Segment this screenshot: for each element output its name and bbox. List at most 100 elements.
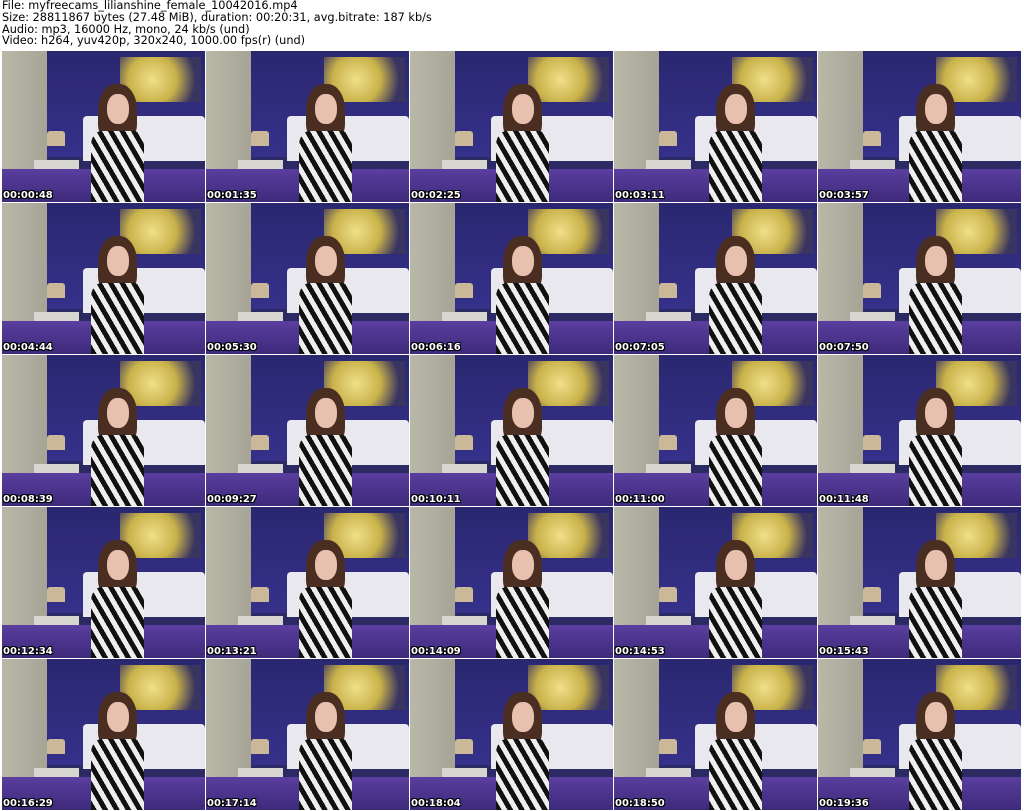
face	[724, 701, 747, 733]
timestamp: 00:06:16	[411, 342, 461, 353]
lamp	[454, 739, 473, 755]
video-thumbnail: 00:18:04	[410, 659, 613, 810]
face	[314, 93, 337, 125]
striped-dress	[495, 587, 550, 658]
lamp	[46, 435, 65, 451]
striped-dress	[90, 739, 145, 810]
person	[705, 692, 766, 810]
striped-dress	[908, 587, 963, 658]
video-thumbnail: 00:08:39	[2, 355, 205, 506]
lamp	[658, 587, 677, 603]
file-size-info: Size: 28811867 bytes (27.48 MiB), durati…	[2, 10, 432, 24]
striped-dress	[298, 435, 353, 506]
face	[724, 397, 747, 429]
timestamp: 00:05:30	[207, 342, 257, 353]
striped-dress	[708, 435, 763, 506]
video-thumbnail: 00:14:53	[614, 507, 817, 658]
striped-dress	[90, 131, 145, 202]
lamp	[454, 587, 473, 603]
face	[106, 397, 129, 429]
face	[924, 701, 947, 733]
striped-dress	[495, 283, 550, 354]
face	[511, 549, 534, 581]
lamp	[454, 435, 473, 451]
lamp	[862, 283, 881, 299]
striped-dress	[298, 739, 353, 810]
timestamp: 00:03:57	[819, 190, 869, 201]
striped-dress	[495, 131, 550, 202]
video-thumbnail: 00:09:27	[206, 355, 409, 506]
thumbnail-grid: 00:00:48 00:01:35 00:02:25 00:03:11 00:03:57…	[2, 51, 1021, 810]
video-thumbnail: 00:11:00	[614, 355, 817, 506]
lamp	[454, 283, 473, 299]
timestamp: 00:12:34	[3, 646, 53, 657]
face	[106, 701, 129, 733]
lamp	[658, 283, 677, 299]
person	[492, 540, 553, 658]
video-thumbnail: 00:03:11	[614, 51, 817, 202]
striped-dress	[708, 131, 763, 202]
face	[924, 93, 947, 125]
face	[314, 397, 337, 429]
face	[106, 549, 129, 581]
lamp	[250, 739, 269, 755]
person	[295, 236, 356, 354]
lamp	[658, 739, 677, 755]
striped-dress	[708, 587, 763, 658]
timestamp: 00:11:48	[819, 494, 869, 505]
face	[106, 245, 129, 277]
video-thumbnail: 00:12:34	[2, 507, 205, 658]
person	[295, 692, 356, 810]
person	[87, 84, 148, 202]
face	[724, 549, 747, 581]
striped-dress	[495, 435, 550, 506]
striped-dress	[90, 283, 145, 354]
person	[295, 388, 356, 506]
face	[924, 397, 947, 429]
striped-dress	[298, 131, 353, 202]
timestamp: 00:14:09	[411, 646, 461, 657]
person	[87, 388, 148, 506]
timestamp: 00:16:29	[3, 798, 53, 809]
person	[87, 540, 148, 658]
lamp	[46, 131, 65, 147]
timestamp: 00:10:11	[411, 494, 461, 505]
video-thumbnail: 00:15:43	[818, 507, 1021, 658]
video-thumbnail: 00:07:50	[818, 203, 1021, 354]
video-thumbnail: 00:19:36	[818, 659, 1021, 810]
person	[905, 388, 966, 506]
lamp	[250, 131, 269, 147]
video-thumbnail: 00:05:30	[206, 203, 409, 354]
lamp	[862, 131, 881, 147]
video-thumbnail: 00:16:29	[2, 659, 205, 810]
person	[492, 236, 553, 354]
video-thumbnail: 00:11:48	[818, 355, 1021, 506]
video-thumbnail: 00:10:11	[410, 355, 613, 506]
timestamp: 00:19:36	[819, 798, 869, 809]
timestamp: 00:13:21	[207, 646, 257, 657]
person	[905, 236, 966, 354]
striped-dress	[908, 283, 963, 354]
person	[295, 540, 356, 658]
video-thumbnail: 00:06:16	[410, 203, 613, 354]
video-thumbnail: 00:00:48	[2, 51, 205, 202]
striped-dress	[708, 739, 763, 810]
face	[724, 93, 747, 125]
lamp	[454, 131, 473, 147]
person	[705, 236, 766, 354]
timestamp: 00:08:39	[3, 494, 53, 505]
lamp	[250, 435, 269, 451]
video-thumbnail: 00:13:21	[206, 507, 409, 658]
person	[905, 540, 966, 658]
timestamp: 00:01:35	[207, 190, 257, 201]
person	[492, 388, 553, 506]
striped-dress	[908, 739, 963, 810]
video-thumbnail: 00:01:35	[206, 51, 409, 202]
timestamp: 00:11:00	[615, 494, 665, 505]
timestamp: 00:15:43	[819, 646, 869, 657]
video-thumbnail: 00:14:09	[410, 507, 613, 658]
timestamp: 00:04:44	[3, 342, 53, 353]
timestamp: 00:14:53	[615, 646, 665, 657]
timestamp: 00:17:14	[207, 798, 257, 809]
striped-dress	[90, 587, 145, 658]
